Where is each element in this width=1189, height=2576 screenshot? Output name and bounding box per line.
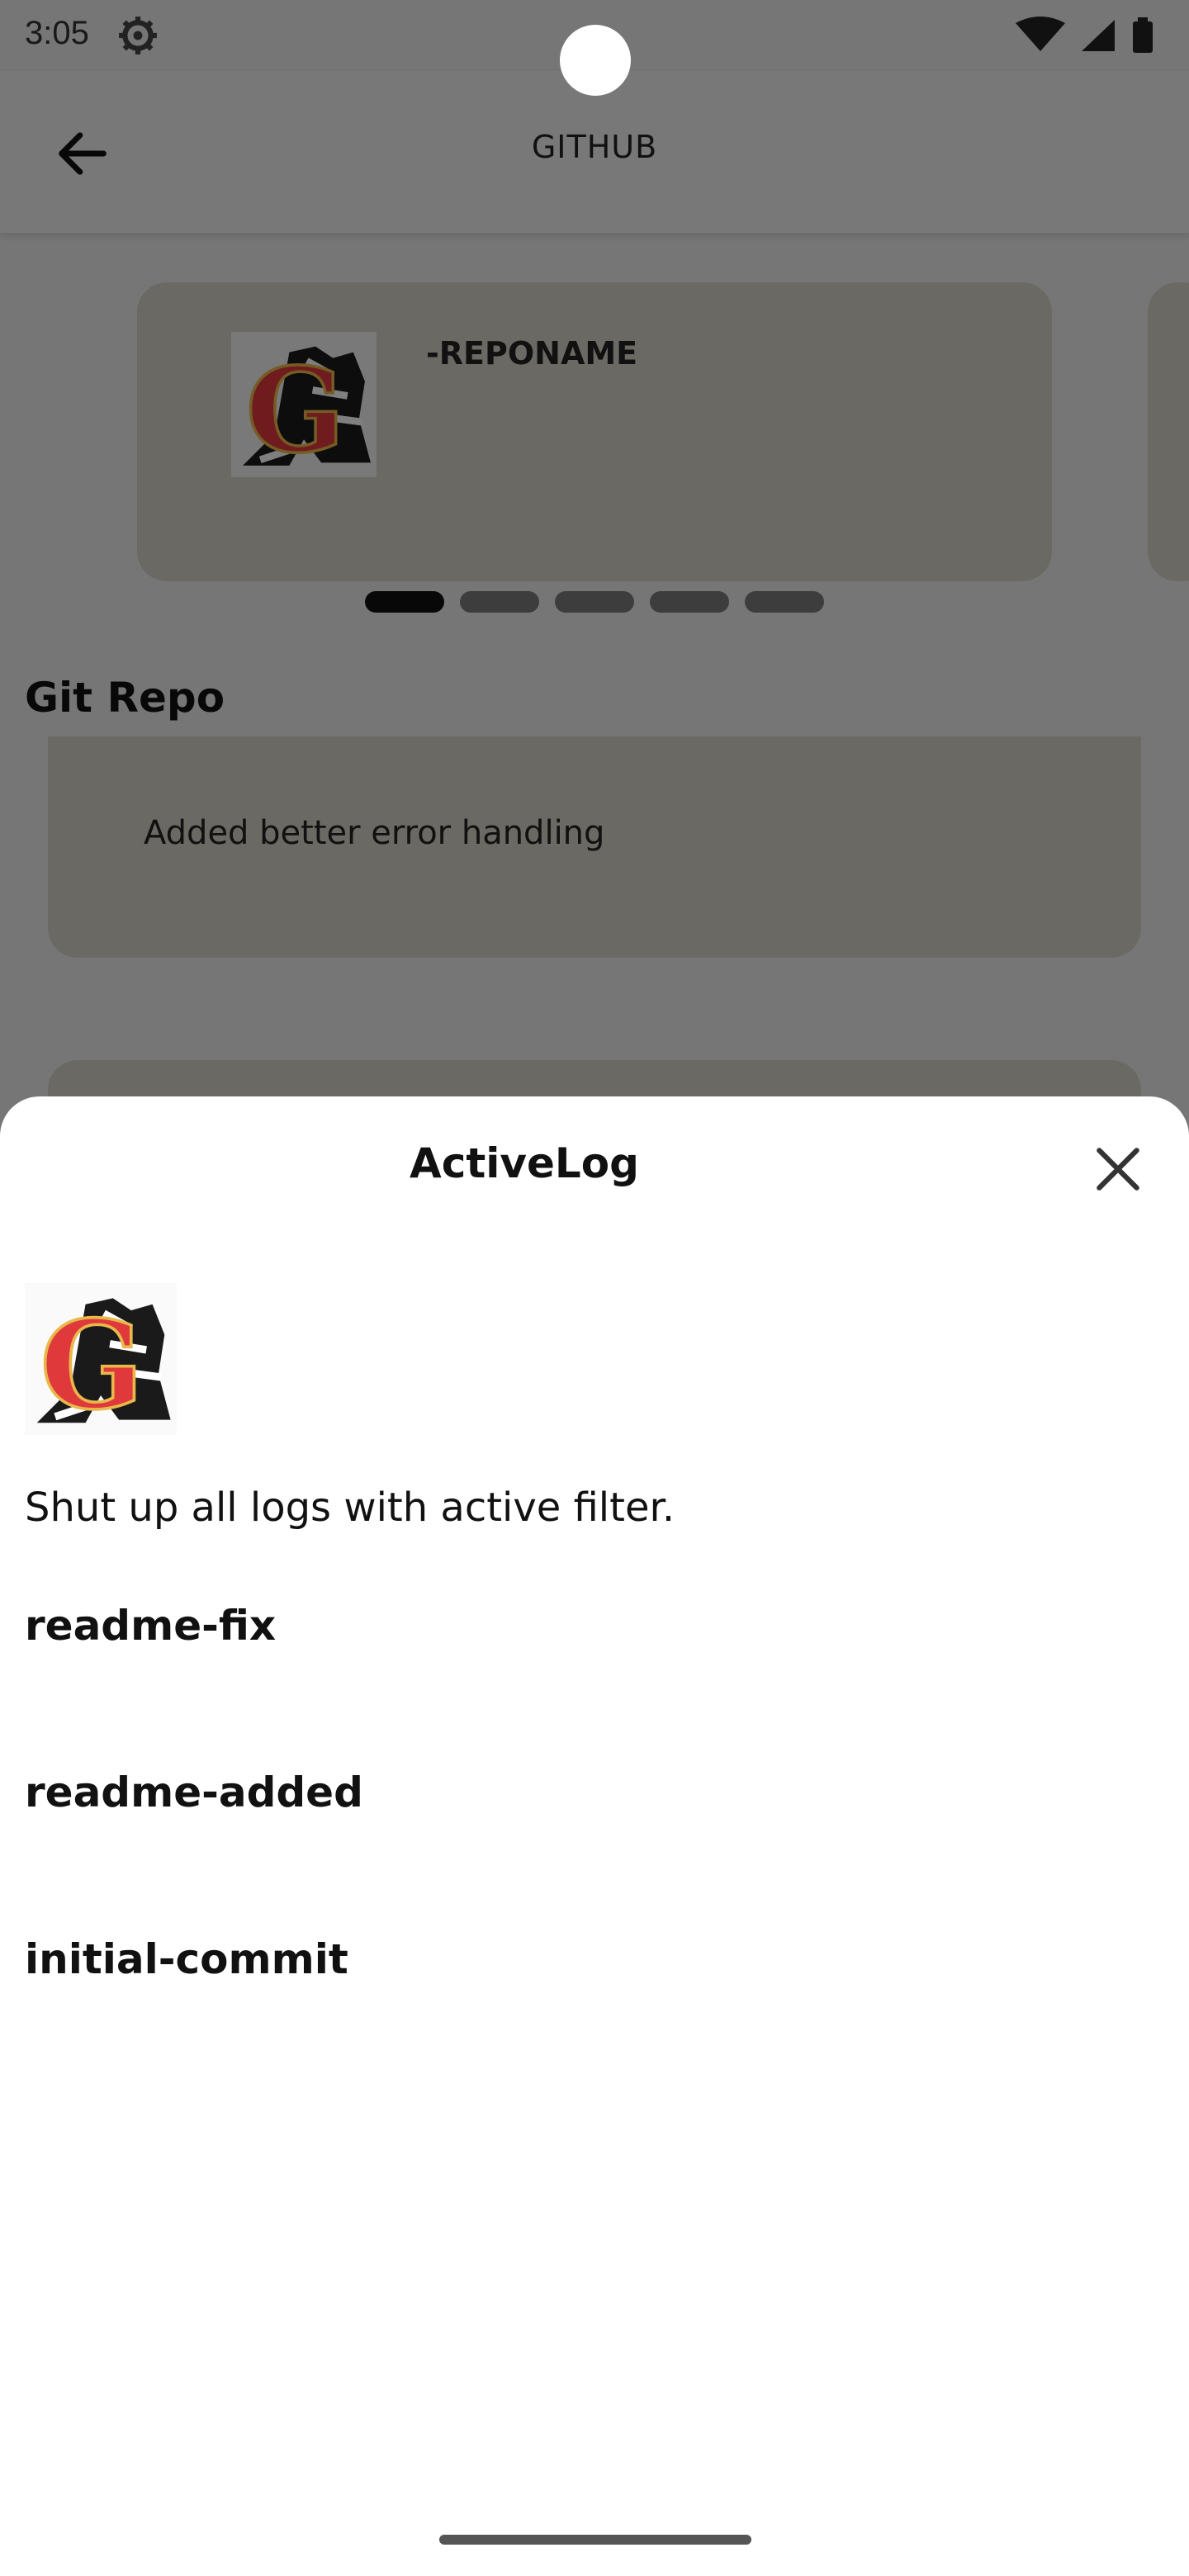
close-icon[interactable]: [1090, 1141, 1146, 1197]
sheet-description: Shut up all logs with active filter.: [25, 1485, 675, 1531]
screen: 3:05 GITHUB: [0, 0, 1189, 2576]
log-item-readme-added[interactable]: readme-added: [25, 1769, 363, 1816]
log-item-readme-fix[interactable]: readme-fix: [25, 1602, 276, 1650]
home-indicator[interactable]: [439, 2535, 751, 2545]
sheet-title: ActiveLog: [410, 1139, 639, 1187]
log-item-initial-commit[interactable]: initial-commit: [25, 1935, 348, 1983]
svg-text:G: G: [40, 1294, 144, 1435]
camera-cutout: [560, 25, 631, 96]
repo-logo-icon: G: [25, 1283, 177, 1438]
bottom-sheet: ActiveLog G Shut up all logs with active…: [0, 1096, 1189, 2576]
